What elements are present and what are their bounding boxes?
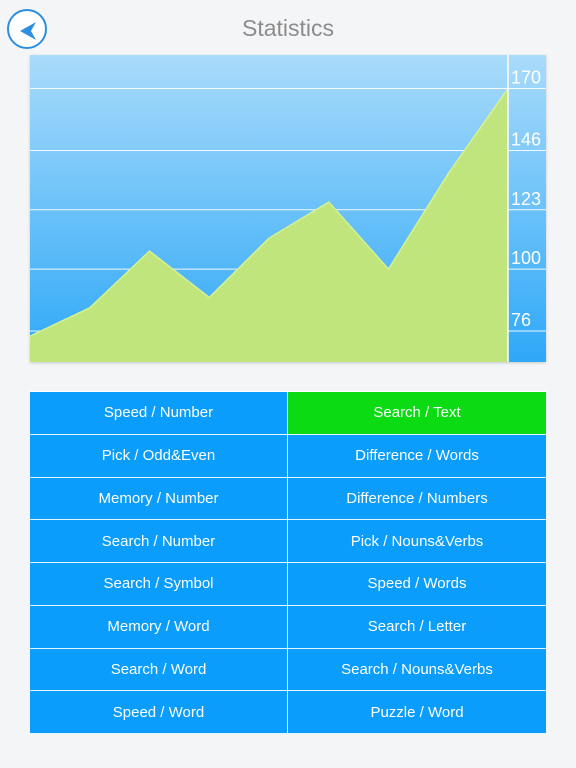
page-title: Statistics bbox=[241, 15, 335, 41]
test-button[interactable]: Speed / Number bbox=[30, 392, 288, 435]
y-tick-label-1: 100 bbox=[511, 248, 541, 268]
test-button[interactable]: Puzzle / Word bbox=[288, 691, 546, 734]
test-button[interactable]: Memory / Word bbox=[30, 605, 288, 649]
test-button[interactable]: Search / Word bbox=[30, 648, 288, 692]
test-button[interactable]: Speed / Word bbox=[30, 691, 288, 734]
test-button[interactable]: Speed / Words bbox=[288, 563, 546, 606]
test-button[interactable]: Search / Number bbox=[30, 520, 288, 563]
y-tick-label-2: 123 bbox=[511, 189, 541, 209]
test-button[interactable]: Search / Letter bbox=[288, 605, 546, 649]
y-tick-label-4: 170 bbox=[511, 68, 541, 88]
test-grid: Speed / Number Search / Text Pick / Odd&Ev… bbox=[30, 391, 546, 734]
score-chart: 76 100 123 146 170 bbox=[30, 55, 546, 362]
test-button[interactable]: Difference / Numbers bbox=[288, 477, 546, 521]
chart-area: 76 100 123 146 170 bbox=[30, 55, 546, 362]
test-button[interactable]: Search / Symbol bbox=[30, 563, 288, 606]
test-button[interactable]: Memory / Number bbox=[30, 477, 288, 521]
test-button[interactable]: Difference / Words bbox=[288, 434, 546, 478]
test-button[interactable]: Pick / Odd&Even bbox=[30, 434, 288, 478]
test-button[interactable]: Pick / Nouns&Verbs bbox=[288, 520, 546, 563]
test-button[interactable]: Search / Text bbox=[288, 392, 546, 435]
y-tick-label-0: 76 bbox=[511, 310, 531, 330]
y-tick-label-3: 146 bbox=[511, 129, 541, 149]
test-button[interactable]: Search / Nouns&Verbs bbox=[288, 648, 546, 692]
